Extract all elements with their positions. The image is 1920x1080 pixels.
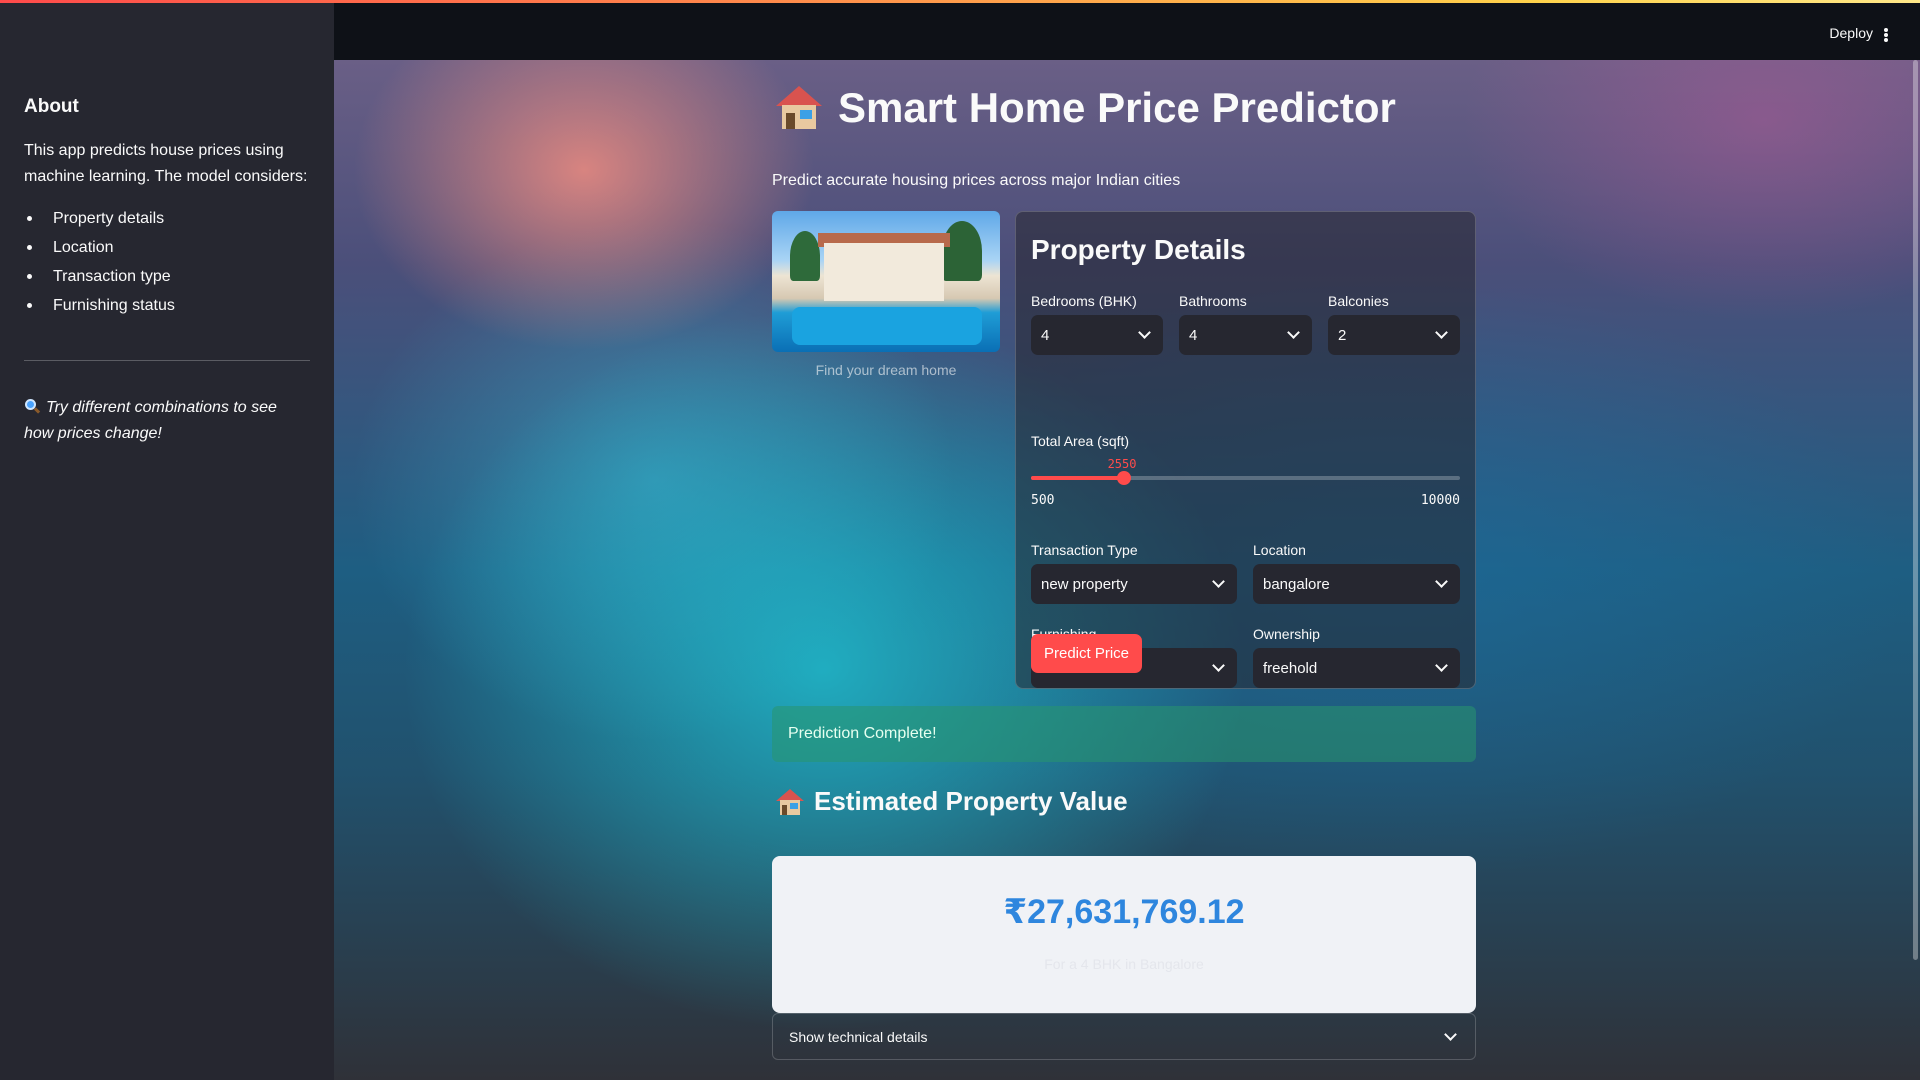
page-subtitle: Predict accurate housing prices across m…	[772, 172, 1181, 189]
area-slider-handle[interactable]	[1116, 471, 1131, 485]
chevron-down-icon	[1287, 326, 1300, 339]
chevron-down-icon	[1435, 326, 1448, 339]
transaction-type-value: new property	[1041, 575, 1128, 593]
predicted-price-subtext: For a 4 BHK in Bangalore	[1044, 956, 1204, 972]
transaction-type-label: Transaction Type	[1031, 542, 1138, 558]
chevron-down-icon	[1138, 326, 1151, 339]
location-select[interactable]: bangalore	[1253, 564, 1460, 604]
top-accent-bar	[0, 0, 1920, 3]
property-details-form: Property Details Bedrooms (BHK) 4 Bathro…	[1015, 211, 1476, 689]
location-label: Location	[1253, 542, 1306, 558]
result-card: ₹27,631,769.12 For a 4 BHK in Bangalore	[772, 856, 1476, 1013]
balconies-select[interactable]: 2	[1328, 315, 1460, 355]
sidebar-feature-list: Property details Location Transaction ty…	[24, 204, 310, 320]
list-item: Location	[24, 233, 310, 262]
image-caption: Find your dream home	[815, 362, 957, 378]
success-alert: Prediction Complete!	[772, 706, 1476, 762]
house-icon	[776, 788, 804, 815]
bedrooms-value: 4	[1041, 326, 1050, 344]
ownership-select[interactable]: freehold	[1253, 648, 1460, 688]
main-menu-icon[interactable]	[1884, 28, 1888, 42]
technical-details-expander[interactable]: Show technical details	[772, 1013, 1476, 1060]
list-item: Property details	[24, 204, 310, 233]
sidebar-divider	[24, 360, 310, 361]
chevron-down-icon	[1212, 575, 1225, 588]
predicted-price: ₹27,631,769.12	[1003, 893, 1245, 931]
success-alert-text: Prediction Complete!	[788, 725, 937, 742]
bathrooms-label: Bathrooms	[1179, 293, 1247, 309]
chevron-down-icon	[1212, 659, 1225, 672]
result-heading-text: Estimated Property Value	[814, 786, 1128, 816]
chevron-down-icon	[1435, 575, 1448, 588]
main-content: Smart Home Price Predictor Predict accur…	[334, 60, 1920, 1080]
area-slider-fill	[1031, 476, 1124, 480]
bathrooms-select[interactable]: 4	[1179, 315, 1312, 355]
location-value: bangalore	[1263, 575, 1330, 593]
magnifier-icon	[24, 398, 41, 414]
bathrooms-value: 4	[1189, 326, 1198, 344]
deploy-button[interactable]: Deploy	[1829, 25, 1873, 41]
ownership-label: Ownership	[1253, 626, 1320, 642]
area-slider-max: 10000	[1420, 493, 1460, 508]
page-title-text: Smart Home Price Predictor	[838, 84, 1396, 131]
sidebar-tip-text: Try different combinations to see how pr…	[24, 399, 277, 442]
bedrooms-select[interactable]: 4	[1031, 315, 1163, 355]
sidebar-tip: Try different combinations to see how pr…	[24, 395, 310, 447]
result-heading: Estimated Property Value	[776, 786, 1128, 817]
area-label: Total Area (sqft)	[1031, 433, 1130, 449]
page-title: Smart Home Price Predictor	[776, 84, 1396, 132]
sidebar: About This app predicts house prices usi…	[0, 0, 334, 1080]
house-photo	[772, 211, 1000, 352]
form-heading: Property Details	[1031, 234, 1246, 265]
balconies-label: Balconies	[1328, 293, 1389, 309]
bedrooms-label: Bedrooms (BHK)	[1031, 293, 1137, 309]
area-slider-min: 500	[1031, 493, 1055, 508]
expander-label: Show technical details	[789, 1028, 928, 1045]
predict-price-button[interactable]: Predict Price	[1031, 634, 1143, 673]
transaction-type-select[interactable]: new property	[1031, 564, 1237, 604]
ownership-value: freehold	[1263, 659, 1318, 677]
chevron-down-icon	[1435, 659, 1448, 672]
app-header: Deploy	[334, 0, 1920, 60]
page-scrollbar[interactable]	[1913, 60, 1918, 960]
house-icon	[776, 86, 822, 130]
list-item: Transaction type	[24, 262, 310, 291]
area-slider-value: 2550	[1107, 457, 1137, 471]
list-item: Furnishing status	[24, 291, 310, 320]
sidebar-title: About	[24, 96, 79, 117]
area-slider[interactable]	[1031, 471, 1460, 485]
chevron-down-icon	[1444, 1027, 1457, 1041]
sidebar-description: This app predicts house prices using mac…	[24, 142, 308, 185]
balconies-value: 2	[1338, 326, 1347, 344]
